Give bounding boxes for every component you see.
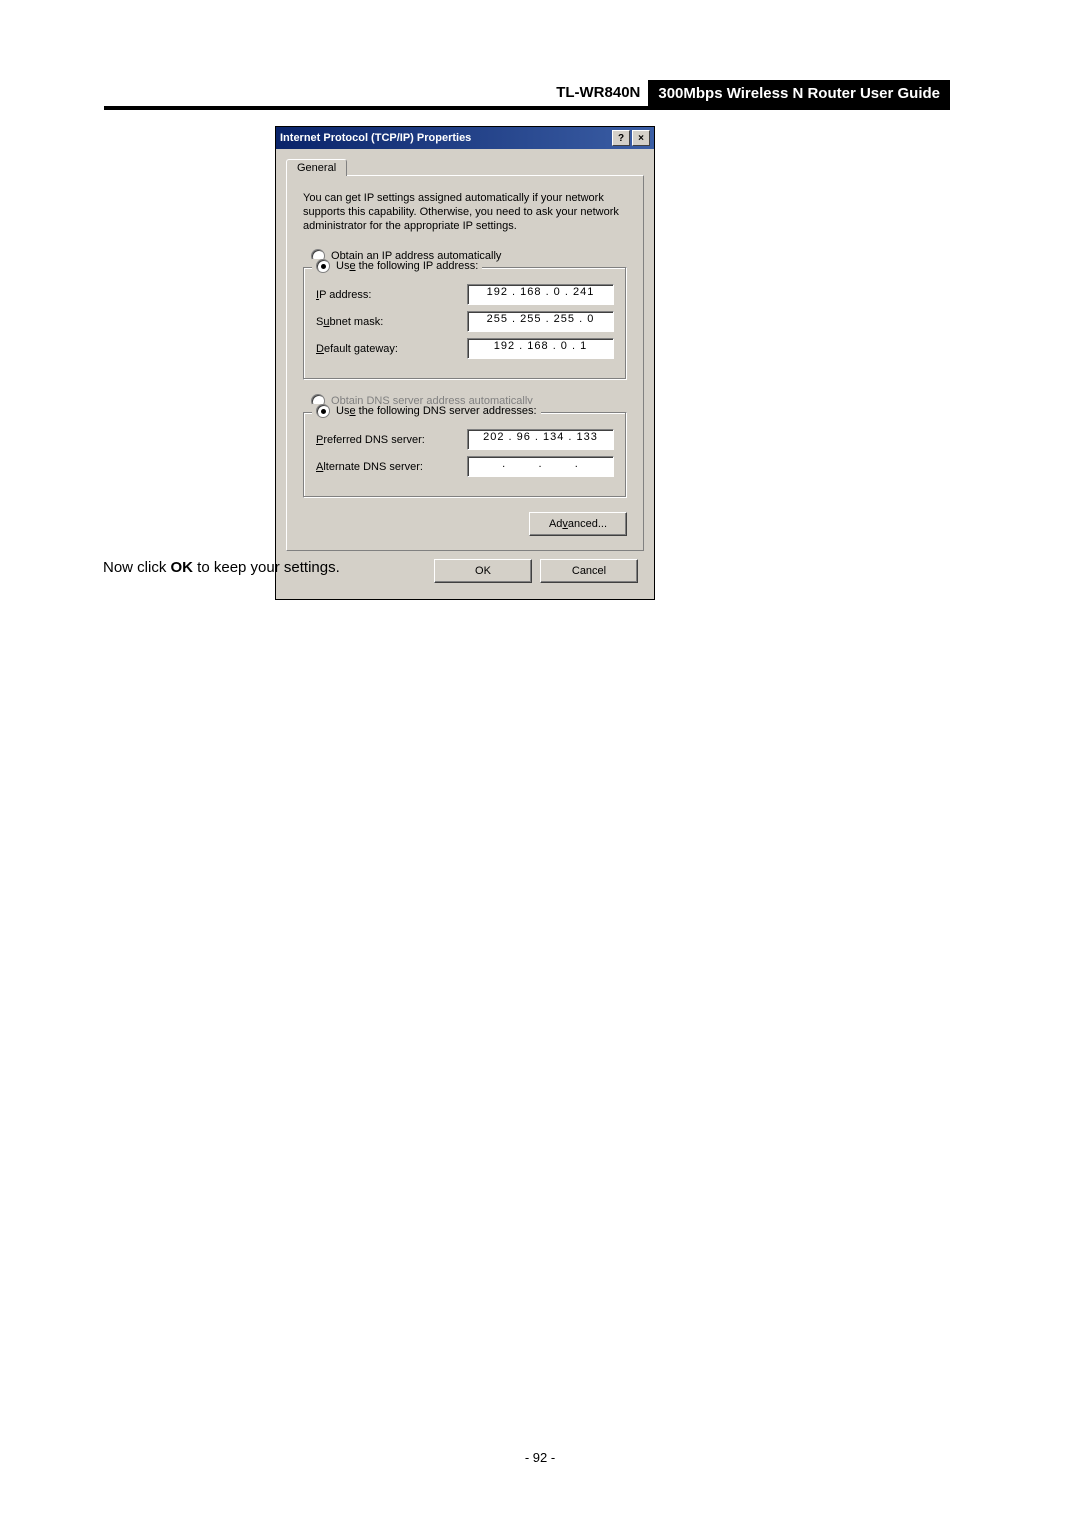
dns-groupbox: Use the following DNS server addresses: … <box>303 412 627 498</box>
document-page: TL-WR840N 300Mbps Wireless N Router User… <box>0 0 1080 1527</box>
general-tab-panel: You can get IP settings assigned automat… <box>286 175 644 551</box>
ok-button[interactable]: OK <box>434 559 532 583</box>
dialog-body: General You can get IP settings assigned… <box>276 149 654 599</box>
radio-use-ip-label: Use the following IP address: <box>336 260 478 272</box>
help-button[interactable]: ? <box>612 130 630 146</box>
tab-general[interactable]: General <box>286 159 347 176</box>
ip-address-label: IP address: <box>316 289 467 301</box>
cancel-button[interactable]: Cancel <box>540 559 638 583</box>
preferred-dns-input[interactable]: 202 . 96 . 134 . 133 <box>467 429 614 450</box>
preferred-dns-label: Preferred DNS server: <box>316 434 467 446</box>
subnet-mask-label: Subnet mask: <box>316 316 467 328</box>
dialog-title-bar: Internet Protocol (TCP/IP) Properties ? … <box>276 127 654 149</box>
tcpip-properties-dialog: Internet Protocol (TCP/IP) Properties ? … <box>275 126 655 600</box>
default-gateway-input[interactable]: 192 . 168 . 0 . 1 <box>467 338 614 359</box>
default-gateway-label: Default gateway: <box>316 343 467 355</box>
radio-use-dns[interactable]: Use the following DNS server addresses: <box>312 404 541 418</box>
page-number: - 92 - <box>0 1450 1080 1465</box>
alternate-dns-label: Alternate DNS server: <box>316 461 467 473</box>
device-model: TL-WR840N <box>556 79 648 106</box>
ip-address-groupbox: Use the following IP address: IP address… <box>303 267 627 380</box>
guide-title: 300Mbps Wireless N Router User Guide <box>648 80 950 107</box>
alternate-dns-input[interactable]: ... <box>467 456 614 477</box>
description-text: You can get IP settings assigned automat… <box>303 192 627 233</box>
page-header: TL-WR840N 300Mbps Wireless N Router User… <box>104 76 950 110</box>
instruction-text: Now click OK to keep your settings. <box>103 559 340 576</box>
close-button[interactable]: × <box>632 130 650 146</box>
subnet-mask-input[interactable]: 255 . 255 . 255 . 0 <box>467 311 614 332</box>
empty-ip-dots: ... <box>468 458 613 470</box>
radio-use-ip[interactable]: Use the following IP address: <box>312 259 482 273</box>
radio-use-dns-label: Use the following DNS server addresses: <box>336 405 537 417</box>
advanced-button[interactable]: Advanced... <box>529 512 627 536</box>
radio-icon <box>316 259 330 273</box>
dialog-title: Internet Protocol (TCP/IP) Properties <box>280 132 610 144</box>
radio-icon <box>316 404 330 418</box>
tab-strip: General <box>286 159 644 176</box>
ip-address-input[interactable]: 192 . 168 . 0 . 241 <box>467 284 614 305</box>
